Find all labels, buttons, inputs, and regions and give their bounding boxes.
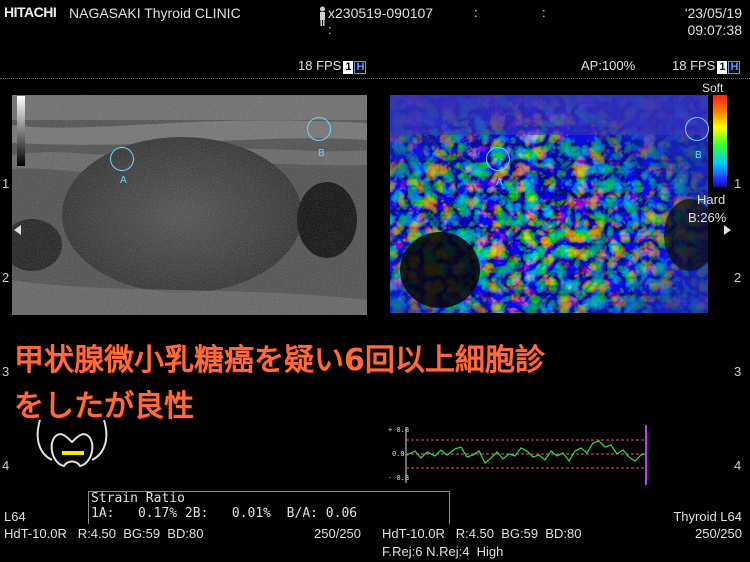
depth-label: 2 [2,270,10,285]
patient-icon [318,6,327,26]
depth-label: 1 [734,176,742,191]
fps-label: 18 FPS [298,58,342,73]
right-preset: Thyroid L64 [673,509,742,524]
depth-label: 1 [2,176,10,191]
scale-hard-label: Hard [697,192,726,207]
fps-label: 18 FPS [672,58,716,73]
roi-label-a: A [496,177,503,188]
header-colon: : [542,5,546,20]
left-probe: L64 [4,509,26,524]
roi-label-a: A [120,175,127,186]
elastography-image[interactable] [390,95,708,313]
scale-soft-label: Soft [702,81,724,95]
right-ap: AP:100% [581,58,636,73]
roi-marker-a[interactable] [110,147,134,171]
body-mark-icon [32,419,112,482]
strain-ratio-values: 1A: 0.17% 2B: 0.01% B/A: 0.06 [91,506,358,521]
mid-filters: F.Rej:6 N.Rej:4 High [382,544,504,559]
depth-label: 3 [2,364,10,379]
hd-badge: H [728,61,741,74]
brand-logo: HITACHI [4,4,57,20]
roi-marker-a[interactable] [486,147,510,171]
hd-badge: H [354,61,367,74]
depth-label: 3 [734,364,742,379]
header-time: 09:07:38 [687,22,743,38]
left-fps: 18 FPS 1 H [298,58,367,74]
depth-label: 2 [734,270,742,285]
roi-marker-b[interactable] [307,117,331,141]
header-colon: : [474,5,478,20]
focus-marker[interactable] [724,225,731,235]
elasticity-color-bar [713,95,727,187]
b-percent: B:26% [688,210,727,225]
graph-ylabel: - 0.8 [388,474,410,482]
frame-badge: 1 [717,61,728,74]
mid-params: HdT-10.0R R:4.50 BG:59 BD:80 [382,526,582,541]
focus-marker[interactable] [14,225,21,235]
strain-ratio-title: Strain Ratio [91,491,185,506]
depth-label: 4 [734,458,742,473]
depth-label: 4 [2,458,10,473]
strain-graph[interactable] [385,425,650,485]
header-date: '23/05/19 [684,5,742,21]
graph-ylabel: + 0.8 [388,426,410,434]
left-frames: 250/250 [314,526,361,541]
header-colon: : [328,22,332,37]
right-fps: 18 FPS 1 H [672,58,741,74]
grayscale-bar [17,96,25,166]
roi-label-b: B [318,148,325,159]
graph-ylabel: 0.0 [392,450,405,458]
caption-line-1: 甲状腺微小乳糖癌を疑い6回以上細胞診 [14,343,545,378]
clinic-name: NAGASAKI Thyroid CLINIC [69,5,241,21]
frame-badge: 1 [343,61,354,74]
right-frames: 250/250 [695,526,742,541]
roi-marker-b[interactable] [685,117,709,141]
roi-label-b: B [695,150,702,161]
top-tick-line [0,78,750,80]
left-params: HdT-10.0R R:4.50 BG:59 BD:80 [4,526,204,541]
patient-id: x230519-090107 [328,5,434,21]
